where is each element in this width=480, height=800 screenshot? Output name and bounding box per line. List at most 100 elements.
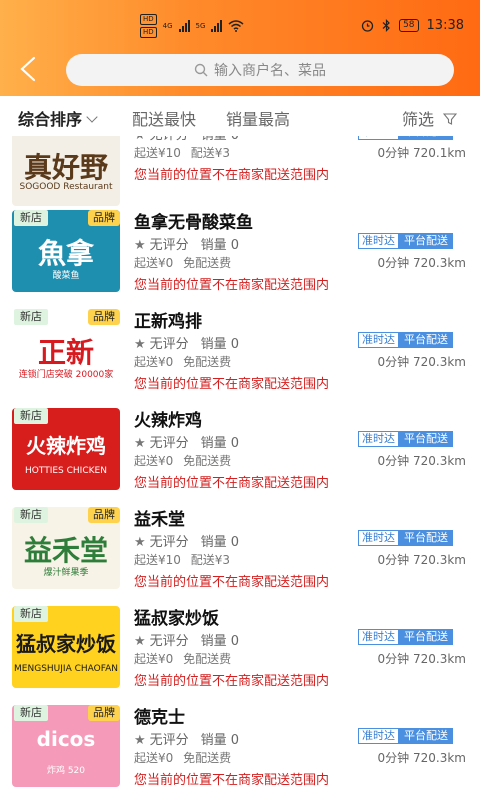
- store-name: 猛叔家炒饭: [134, 609, 219, 629]
- rating: 无评分: [150, 136, 189, 143]
- store-name: 德克士: [134, 708, 185, 728]
- logo-text: 真好野: [23, 151, 108, 184]
- logo-text: 魚拿: [37, 237, 94, 270]
- status-bar: HD HD 4G 5G 58 13:38: [0, 14, 480, 42]
- store-fees: 起送¥0 免配送费: [134, 650, 231, 667]
- out-of-range-warning: 您当前的位置不在商家配送范围内: [134, 575, 330, 590]
- store-stats: ★无评分销量 0: [134, 531, 239, 550]
- battery-icon: 58: [399, 19, 419, 32]
- distance: 0分钟 720.1km: [377, 146, 466, 160]
- distance: 0分钟 720.3km: [377, 454, 466, 468]
- store-stats: ★无评分销量 0: [134, 234, 239, 253]
- logo-subtext: HOTTIES CHICKEN: [25, 466, 107, 476]
- network2-label: 5G: [195, 22, 206, 30]
- store-row[interactable]: 火辣炸鸡 HOTTIES CHICKEN 新店 火辣炸鸡 ★ 无评分 销量 0 起送…: [0, 402, 480, 501]
- signal2-icon: [211, 20, 223, 32]
- star-icon: ★: [134, 337, 146, 352]
- store-fees: 起送¥10 配送¥3: [134, 144, 230, 161]
- store-logo: 真好野 SOGOOD Restaurant: [12, 136, 120, 206]
- min-order: 起送¥10: [134, 553, 181, 567]
- out-of-range-warning: 您当前的位置不在商家配送范围内: [134, 278, 330, 293]
- delivery-badges: 准时达 平台配送: [358, 233, 453, 249]
- store-logo: 魚拿 酸菜鱼 新店 品牌: [12, 210, 120, 292]
- brand-badge: 品牌: [88, 705, 120, 721]
- store-row[interactable]: dicos 炸鸡 520 新店 品牌 德克士 ★ 无评分 销量 0 起送¥0 免配送…: [0, 699, 480, 798]
- delivery-badges: 准时达 平台配送: [358, 728, 453, 744]
- logo-subtext: SOGOOD Restaurant: [19, 182, 113, 192]
- store-logo: 猛叔家炒饭 MENGSHUJIA CHAOFAN 新店: [12, 606, 120, 688]
- platform-delivery-badge: 平台配送: [399, 136, 453, 140]
- chevron-left-icon: [20, 56, 36, 82]
- sim-indicators: HD HD: [140, 14, 157, 38]
- delivery-badges: 准时达 平台配送: [358, 629, 453, 645]
- new-store-badge: 新店: [14, 408, 48, 424]
- star-icon: ★: [134, 634, 146, 649]
- out-of-range-warning: 您当前的位置不在商家配送范围内: [134, 773, 330, 788]
- platform-delivery-badge: 平台配送: [399, 728, 453, 744]
- ontime-badge: 准时达: [358, 530, 399, 546]
- ontime-badge: 准时达: [358, 629, 399, 645]
- filter-button[interactable]: 筛选: [402, 106, 458, 130]
- sim1-label: HD: [140, 14, 157, 25]
- sales-count: 销量 0: [200, 337, 240, 352]
- logo-subtext: 爆汁鲜果季: [43, 568, 89, 578]
- delivery-fee: 免配送费: [183, 652, 232, 666]
- star-icon: ★: [134, 535, 146, 550]
- bluetooth-icon: [382, 19, 390, 32]
- store-row[interactable]: 益禾堂 爆汁鲜果季 新店 品牌 益禾堂 ★ 无评分 销量 0 起送¥10 配送¥3 …: [0, 501, 480, 600]
- store-stats: ★无评分销量 0: [134, 136, 239, 143]
- store-row[interactable]: 猛叔家炒饭 MENGSHUJIA CHAOFAN 新店 猛叔家炒饭 ★ 无评分 销量…: [0, 600, 480, 699]
- sort-comprehensive-tab[interactable]: 综合排序: [18, 106, 98, 130]
- min-order: 起送¥0: [134, 355, 174, 369]
- sort-comprehensive-label: 综合排序: [18, 110, 83, 129]
- store-stats: ★无评分销量 0: [134, 729, 239, 748]
- rating: 无评分: [149, 634, 189, 649]
- logo-text: 火辣炸鸡: [26, 434, 106, 458]
- ontime-badge: 准时达: [358, 332, 399, 348]
- rating: 无评分: [149, 436, 189, 451]
- sort-sales-tab[interactable]: 销量最高: [226, 106, 290, 130]
- star-icon: ★: [134, 238, 146, 253]
- sales-count: 销量 0: [200, 436, 240, 451]
- rating: 无评分: [149, 535, 189, 550]
- platform-delivery-badge: 平台配送: [399, 332, 453, 348]
- delivery-fee: 免配送费: [183, 355, 232, 369]
- new-store-badge: 新店: [14, 606, 48, 622]
- store-logo: dicos 炸鸡 520 新店 品牌: [12, 705, 120, 787]
- store-fees: 起送¥0 免配送费: [134, 452, 231, 469]
- logo-subtext: MENGSHUJIA CHAOFAN: [14, 664, 118, 674]
- platform-delivery-badge: 平台配送: [399, 233, 453, 249]
- new-store-badge: 新店: [14, 507, 48, 523]
- store-fees: 起送¥10 配送¥3: [134, 551, 230, 568]
- brand-badge: 品牌: [88, 210, 120, 226]
- store-stats: ★无评分销量 0: [134, 630, 239, 649]
- delivery-badges: 准时达 平台配送: [358, 332, 453, 348]
- brand-badge: 品牌: [88, 507, 120, 523]
- rating: 无评分: [149, 337, 189, 352]
- store-logo: 益禾堂 爆汁鲜果季 新店 品牌: [12, 507, 120, 589]
- delivery-badges: 准时达 平台配送: [358, 530, 453, 546]
- sales-count: 销量 0: [200, 238, 240, 253]
- new-store-badge: 新店: [14, 309, 48, 325]
- store-row[interactable]: 正新 连锁门店突破 20000家 新店 品牌 正新鸡排 ★ 无评分 销量 0 起送¥…: [0, 303, 480, 402]
- out-of-range-warning: 您当前的位置不在商家配送范围内: [134, 377, 330, 392]
- header: HD HD 4G 5G 58 13:38 输入商户名、菜品: [0, 0, 480, 96]
- store-logo: 正新 连锁门店突破 20000家 新店 品牌: [12, 309, 120, 391]
- min-order: 起送¥0: [134, 751, 174, 765]
- rating: 无评分: [149, 238, 189, 253]
- search-input[interactable]: 输入商户名、菜品: [66, 54, 454, 86]
- sort-fastest-tab[interactable]: 配送最快: [132, 106, 196, 130]
- logo-text: dicos: [36, 727, 96, 751]
- back-button[interactable]: [14, 54, 42, 84]
- rating: 无评分: [149, 733, 189, 748]
- out-of-range-warning: 您当前的位置不在商家配送范围内: [134, 674, 330, 689]
- store-row[interactable]: 魚拿 酸菜鱼 新店 品牌 鱼拿无骨酸菜鱼 ★ 无评分 销量 0 起送¥0 免配送费 …: [0, 204, 480, 303]
- ontime-badge: 准时达: [358, 728, 399, 744]
- signal1-icon: [178, 20, 190, 32]
- logo-subtext: 酸菜鱼: [52, 271, 80, 281]
- store-fees: 起送¥0 免配送费: [134, 353, 231, 370]
- distance: 0分钟 720.3km: [377, 652, 466, 666]
- store-list: 真好野 SOGOOD Restaurant ★无评分销量 0 起送¥10 配送¥…: [0, 136, 480, 800]
- store-fees: 起送¥0 免配送费: [134, 749, 231, 766]
- filter-label: 筛选: [402, 110, 435, 129]
